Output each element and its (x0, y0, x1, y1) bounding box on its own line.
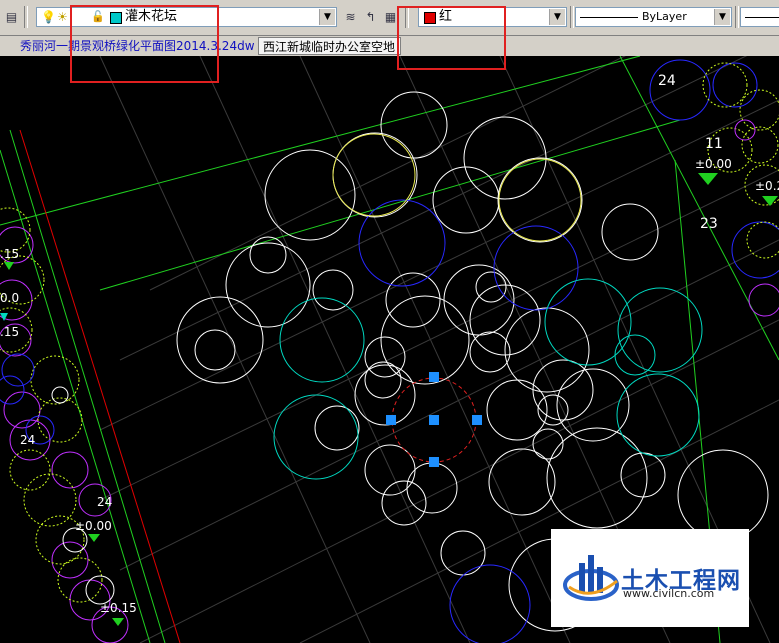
watermark-url: www.civilcn.com (623, 587, 715, 600)
left-elevation-label: .15 (0, 325, 19, 339)
right-number-label: 23 (700, 216, 718, 232)
sun-icon: ☀ (57, 10, 68, 24)
grip-left (386, 415, 396, 425)
left-elevation-label: ±0.15 (100, 601, 137, 615)
linetype-dropdown[interactable]: ByLayer ▼ (575, 7, 732, 27)
make-current-layer-icon[interactable]: ≋ (342, 8, 359, 25)
left-elevation-label: 0.0 (0, 291, 19, 305)
highlight-box-color (397, 6, 506, 70)
chevron-down-icon[interactable]: ▼ (549, 9, 565, 25)
grip-right (472, 415, 482, 425)
lineweight-sample (745, 17, 779, 18)
watermark-logo: 土木工程网 www.civilcn.com (551, 529, 749, 627)
left-number-label: 24 (97, 495, 112, 509)
right-elevation-label: ±0.2 (755, 179, 779, 193)
right-number-label: 24 (658, 73, 676, 89)
file-tab[interactable]: 西江新城临时办公室空地 (258, 37, 401, 55)
layer-previous-icon[interactable]: ↰ (362, 8, 379, 25)
layer-manager-icon[interactable]: ▤ (3, 8, 20, 25)
linetype-name: ByLayer (642, 10, 687, 23)
left-number-label: 24 (20, 433, 35, 447)
toolbar-separator (735, 6, 739, 28)
right-elevation-label: ±0.00 (695, 157, 732, 171)
linetype-sample (580, 17, 638, 18)
lightbulb-icon: 💡 (41, 10, 56, 24)
grip-center (429, 415, 439, 425)
toolbar-separator (24, 6, 28, 28)
left-elevation-label: .15 (0, 247, 19, 261)
toolbar-separator (570, 6, 574, 28)
left-elevation-label: ±0.00 (75, 519, 112, 533)
highlight-box-layer (70, 5, 219, 83)
chevron-down-icon[interactable]: ▼ (714, 9, 730, 25)
right-number-label: 11 (705, 136, 723, 152)
grip-bottom (429, 457, 439, 467)
building-logo-icon (563, 555, 619, 601)
grip-top (429, 372, 439, 382)
chevron-down-icon[interactable]: ▼ (319, 9, 335, 25)
lineweight-dropdown[interactable] (740, 7, 779, 27)
